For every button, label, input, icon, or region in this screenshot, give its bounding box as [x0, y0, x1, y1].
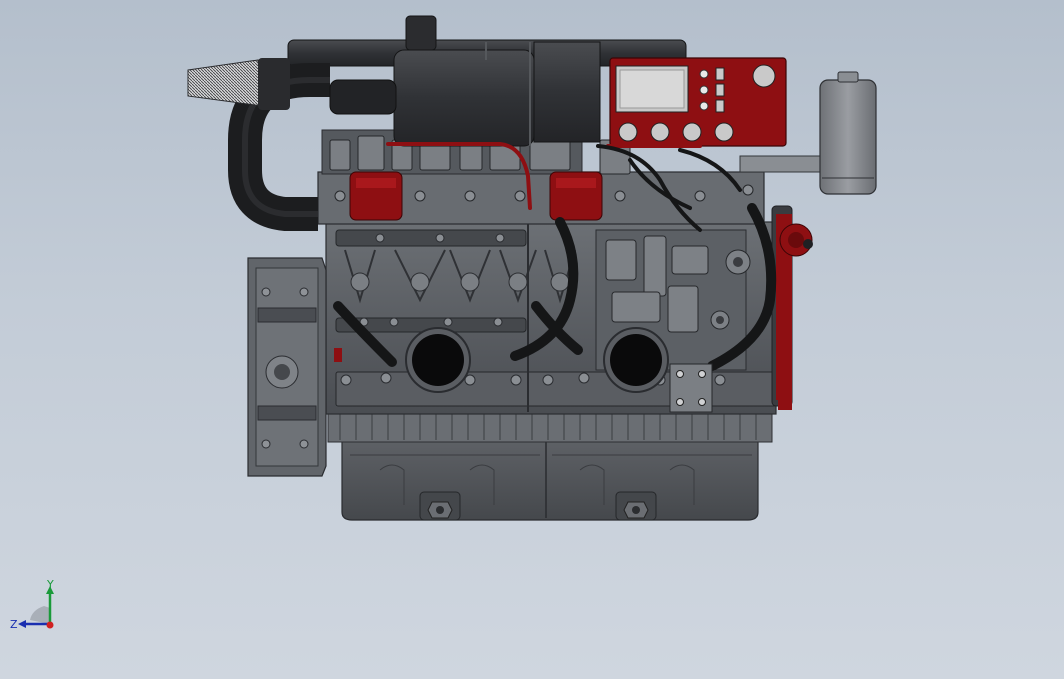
x-axis-dot-icon: [46, 621, 54, 629]
z-axis-arrow-icon: [18, 620, 26, 628]
gauge-knob[interactable]: [682, 122, 702, 142]
key-switch[interactable]: [752, 64, 776, 88]
indicator-light: [699, 69, 709, 79]
triad-shading: [30, 606, 50, 624]
gauge-knob[interactable]: [650, 122, 670, 142]
z-axis-label: Z: [10, 618, 18, 631]
switch-button[interactable]: [715, 67, 725, 81]
switch-button[interactable]: [715, 83, 725, 97]
coordinate-triad: Y Z: [10, 580, 54, 631]
port-left: [405, 327, 471, 393]
crankcase-band: [327, 411, 773, 443]
y-axis-label: Y: [46, 580, 54, 591]
gauge-knob[interactable]: [618, 122, 638, 142]
coolant-reservoir: [819, 71, 877, 195]
engine-model[interactable]: [187, 15, 877, 521]
drain-plug-right: [615, 491, 657, 521]
red-cover-left: [349, 171, 403, 221]
drain-plug-left: [419, 491, 461, 521]
control-panel[interactable]: [609, 57, 787, 147]
port-right: [603, 327, 669, 393]
indicator-light: [699, 85, 709, 95]
oil-pan: [341, 439, 759, 521]
switch-button[interactable]: [715, 99, 725, 113]
tank-bracket: [739, 155, 825, 173]
red-cover-right: [549, 171, 603, 221]
cad-viewport[interactable]: [0, 0, 1064, 679]
crank-pulley: [771, 205, 813, 410]
indicator-light: [699, 101, 709, 111]
mount-plate: [669, 363, 713, 413]
breather-filter: [187, 58, 290, 110]
gauge-knob[interactable]: [714, 122, 734, 142]
